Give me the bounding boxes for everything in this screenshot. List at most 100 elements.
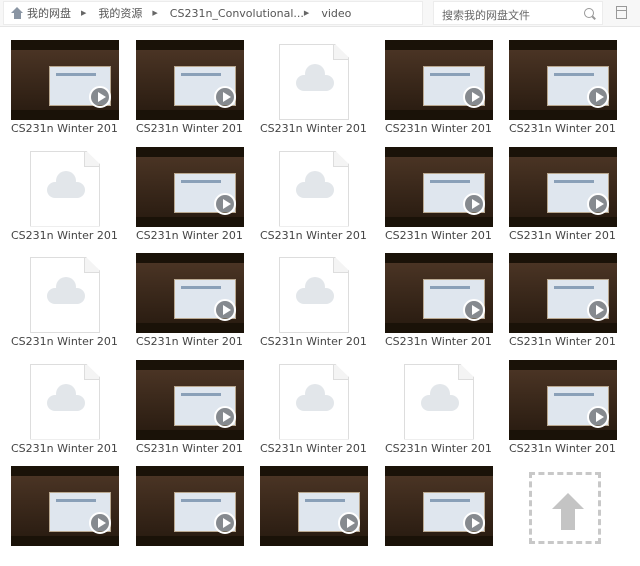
- file-item[interactable]: CS231n Winter 201...: [509, 40, 617, 140]
- file-item[interactable]: CS231n Winter 201...: [260, 147, 368, 247]
- video-thumbnail: [11, 40, 119, 120]
- file-item[interactable]: [385, 466, 493, 566]
- file-item[interactable]: CS231n Winter 201...: [385, 360, 493, 460]
- file-item[interactable]: CS231n Winter 201...: [260, 253, 368, 353]
- file-name[interactable]: CS231n Winter 201...: [385, 229, 493, 242]
- home-icon[interactable]: [11, 7, 24, 19]
- file-item[interactable]: CS231n Winter 201...: [136, 359, 244, 460]
- breadcrumb-item[interactable]: 我的资源: [98, 5, 142, 21]
- chevron-right-icon: ▶: [152, 9, 158, 17]
- file-name[interactable]: CS231n Winter 201...: [11, 229, 119, 242]
- chevron-right-icon: ▶: [81, 9, 87, 17]
- play-icon[interactable]: [214, 299, 236, 321]
- cloud-icon: [47, 170, 85, 198]
- file-name[interactable]: CS231n Winter 201...: [260, 335, 368, 348]
- file-item[interactable]: CS231n Winter 201...: [509, 359, 617, 460]
- file-item[interactable]: CS231n Winter 201...: [136, 146, 244, 247]
- play-icon[interactable]: [587, 299, 609, 321]
- video-thumbnail: [385, 146, 493, 227]
- file-icon: [30, 257, 100, 333]
- breadcrumb-item[interactable]: CS231n_Convolutional...: [170, 7, 304, 20]
- video-thumbnail: [136, 466, 244, 546]
- file-name[interactable]: CS231n Winter 201...: [509, 442, 617, 455]
- file-item[interactable]: CS231n Winter 201...: [11, 147, 119, 247]
- file-item[interactable]: CS231n Winter 201...: [260, 40, 368, 140]
- file-item[interactable]: [136, 466, 244, 566]
- file-item[interactable]: [11, 466, 119, 566]
- file-item[interactable]: CS231n Winter 201...: [385, 40, 493, 140]
- play-icon[interactable]: [214, 192, 236, 215]
- video-thumbnail: [260, 466, 368, 546]
- file-item[interactable]: [260, 466, 368, 566]
- file-name[interactable]: CS231n Winter 201...: [136, 442, 244, 455]
- file-name[interactable]: CS231n Winter 201...: [260, 442, 368, 455]
- search-input[interactable]: 搜索我的网盘文件: [433, 1, 603, 25]
- play-icon[interactable]: [214, 405, 236, 428]
- video-thumbnail: [136, 40, 244, 120]
- play-icon[interactable]: [463, 512, 485, 534]
- file-name[interactable]: CS231n Winter 201...: [260, 122, 368, 135]
- video-thumbnail: [509, 359, 617, 440]
- file-item[interactable]: CS231n Winter 201...: [385, 146, 493, 247]
- video-thumbnail: [509, 40, 617, 120]
- play-icon[interactable]: [214, 86, 236, 108]
- video-thumbnail: [136, 359, 244, 440]
- file-name[interactable]: CS231n Winter 201...: [385, 335, 493, 348]
- file-name[interactable]: CS231n Winter 201...: [11, 122, 119, 135]
- file-name[interactable]: CS231n Winter 201...: [260, 229, 368, 242]
- file-name[interactable]: CS231n Winter 201...: [11, 442, 119, 455]
- video-thumbnail: [509, 146, 617, 227]
- file-name[interactable]: CS231n Winter 201...: [136, 335, 244, 348]
- file-item[interactable]: CS231n Winter 201...: [260, 360, 368, 460]
- video-thumbnail: [136, 253, 244, 333]
- file-name[interactable]: CS231n Winter 201...: [509, 229, 617, 242]
- play-icon[interactable]: [587, 405, 609, 428]
- play-icon[interactable]: [214, 512, 236, 534]
- file-item[interactable]: CS231n Winter 201...: [509, 253, 617, 353]
- breadcrumb-item[interactable]: 我的网盘: [27, 5, 71, 21]
- file-name[interactable]: CS231n Winter 201...: [136, 122, 244, 135]
- file-icon: [404, 363, 474, 440]
- file-item[interactable]: CS231n Winter 201...: [509, 146, 617, 247]
- file-item[interactable]: CS231n Winter 201...: [11, 360, 119, 460]
- play-icon[interactable]: [587, 86, 609, 108]
- upload-button[interactable]: [509, 466, 617, 566]
- file-item[interactable]: CS231n Winter 201...: [136, 253, 244, 353]
- video-thumbnail: [509, 253, 617, 333]
- file-name[interactable]: CS231n Winter 201...: [136, 229, 244, 242]
- upload-arrow-icon: [552, 493, 584, 530]
- file-item[interactable]: CS231n Winter 201...: [11, 40, 119, 140]
- cloud-icon: [296, 383, 334, 411]
- top-bar: 我的网盘 ▶ 我的资源 ▶ CS231n_Convolutional... ▶ …: [0, 0, 640, 27]
- play-icon[interactable]: [463, 86, 485, 108]
- file-name[interactable]: CS231n Winter 201...: [509, 335, 617, 348]
- breadcrumb: 我的网盘 ▶ 我的资源 ▶ CS231n_Convolutional... ▶ …: [3, 1, 423, 25]
- cloud-icon: [421, 383, 459, 411]
- file-name[interactable]: CS231n Winter 201...: [385, 442, 493, 455]
- chevron-right-icon: ▶: [303, 9, 310, 17]
- video-thumbnail: [385, 253, 493, 333]
- file-name[interactable]: CS231n Winter 201...: [509, 122, 617, 135]
- play-icon[interactable]: [89, 86, 111, 108]
- play-icon[interactable]: [463, 192, 485, 215]
- file-name[interactable]: CS231n Winter 201...: [385, 122, 493, 135]
- file-icon: [279, 44, 349, 120]
- cloud-icon: [47, 277, 85, 304]
- file-item[interactable]: CS231n Winter 201...: [385, 253, 493, 353]
- search-icon[interactable]: [584, 8, 594, 18]
- file-name[interactable]: CS231n Winter 201...: [11, 335, 119, 348]
- file-icon: [30, 363, 100, 440]
- play-icon[interactable]: [89, 512, 111, 534]
- play-icon[interactable]: [463, 299, 485, 321]
- upload-area[interactable]: [529, 472, 601, 544]
- play-icon[interactable]: [587, 192, 609, 215]
- search-placeholder: 搜索我的网盘文件: [442, 9, 530, 22]
- video-thumbnail: [136, 146, 244, 227]
- file-item[interactable]: CS231n Winter 201...: [136, 40, 244, 140]
- file-item[interactable]: CS231n Winter 201...: [11, 253, 119, 353]
- video-thumbnail: [385, 40, 493, 120]
- breadcrumb-item-current: video: [321, 6, 352, 20]
- view-toggle-icon[interactable]: [616, 6, 627, 19]
- play-icon[interactable]: [338, 512, 360, 534]
- file-icon: [279, 257, 349, 333]
